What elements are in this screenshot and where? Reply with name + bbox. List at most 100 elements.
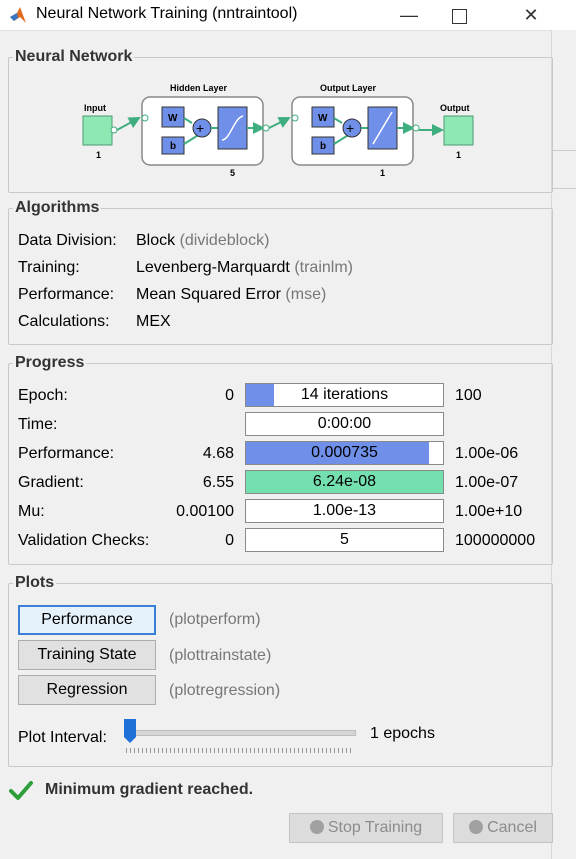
slider-tick [314, 748, 315, 753]
progress-start-value: 4.68 [202, 445, 234, 462]
output-plus-text: + [346, 120, 354, 136]
slider-tick [234, 748, 235, 753]
plot-interval-label: Plot Interval: [18, 729, 107, 746]
progress-bar: 6.24e-08 [245, 470, 444, 494]
hidden-layer-label: Hidden Layer [170, 83, 228, 93]
maximize-icon [451, 8, 467, 24]
progress-label: Mu: [18, 503, 45, 520]
slider-tick [278, 748, 279, 753]
slider-tick [214, 748, 215, 753]
slider-tick [326, 748, 327, 753]
progress-bar: 0.000735 [245, 441, 444, 465]
slider-tick [190, 748, 191, 753]
slider-tick [226, 748, 227, 753]
progress-bar-text: 0.000735 [311, 444, 378, 461]
network-diagram: Input 1 Hidden Layer 5 Output Layer 1 Ou… [82, 83, 474, 178]
hidden-plus-text: + [196, 120, 204, 136]
slider-tick [330, 748, 331, 753]
plotregression-label: (plotregression) [169, 682, 281, 699]
slider-tick [194, 748, 195, 753]
plot-interval-track[interactable] [124, 730, 356, 736]
plotperform-label: (plotperform) [169, 611, 261, 628]
input-size: 1 [96, 150, 101, 160]
progress-start-value: 0.00100 [176, 503, 234, 520]
plottrainstate-label: (plottrainstate) [169, 647, 272, 664]
slider-tick [206, 748, 207, 753]
progress-label: Epoch: [18, 387, 68, 404]
slider-tick [162, 748, 163, 753]
progress-label: Gradient: [18, 474, 84, 491]
slider-tick [254, 748, 255, 753]
cancel-button[interactable]: Cancel [453, 813, 553, 843]
training-state-plot-button[interactable]: Training State [18, 640, 156, 670]
slider-tick [294, 748, 295, 753]
output-b-text: b [320, 141, 326, 152]
progress-end-value: 100 [455, 387, 482, 404]
input-label: Input [84, 103, 106, 113]
slider-tick [202, 748, 203, 753]
status-message: Minimum gradient reached. [45, 781, 254, 798]
regression-plot-button[interactable]: Regression [18, 675, 156, 705]
output-size: 1 [456, 150, 461, 160]
slider-tick [154, 748, 155, 753]
progress-bar-text: 1.00e-13 [312, 502, 377, 519]
progress-bar: 1.00e-13 [245, 499, 444, 523]
background-window-edge [551, 30, 576, 859]
progress-bar: 0:00:00 [245, 412, 444, 436]
slider-tick [266, 748, 267, 753]
matlab-logo-icon [10, 7, 26, 23]
algo-label-performance: Performance: [18, 286, 115, 303]
slider-tick [174, 748, 175, 753]
slider-tick [298, 748, 299, 753]
slider-tick [286, 748, 287, 753]
close-icon: ✕ [523, 5, 539, 25]
progress-label: Time: [18, 416, 58, 433]
output-layer-label: Output Layer [320, 83, 377, 93]
progress-legend: Progress [13, 354, 87, 372]
plot-interval-slider-thumb[interactable] [124, 719, 136, 743]
algo-value-calculations: MEX [136, 313, 171, 330]
algo-value-training: Levenberg-Marquardt (trainlm) [136, 259, 353, 276]
output-label: Output [440, 103, 470, 113]
slider-tick [310, 748, 311, 753]
slider-tick [182, 748, 183, 753]
algo-label-training: Training: [18, 259, 80, 276]
maximize-button[interactable] [436, 0, 482, 30]
slider-tick [318, 748, 319, 753]
slider-tick [258, 748, 259, 753]
slider-tick [302, 748, 303, 753]
neural-network-legend: Neural Network [13, 48, 135, 66]
slider-tick [210, 748, 211, 753]
slider-tick [142, 748, 143, 753]
progress-end-value: 1.00e-06 [455, 445, 519, 462]
window-title: Neural Network Training (nntraintool) [36, 5, 298, 22]
plot-interval-value: 1 epochs [370, 725, 435, 742]
minimize-button[interactable]: — [386, 0, 432, 30]
hidden-w-text: W [168, 113, 178, 124]
slider-tick [346, 748, 347, 753]
slider-tick [242, 748, 243, 753]
slider-tick [350, 748, 351, 753]
slider-tick [274, 748, 275, 753]
algo-label-calculations: Calculations: [18, 313, 110, 330]
stop-training-button[interactable]: Stop Training [289, 813, 443, 843]
slider-tick [334, 748, 335, 753]
slider-tick [270, 748, 271, 753]
slider-tick [222, 748, 223, 753]
progress-start-value: 0 [225, 532, 234, 549]
performance-plot-button[interactable]: Performance [18, 605, 156, 635]
progress-bar-fill [246, 384, 274, 406]
slider-tick [138, 748, 139, 753]
progress-end-value: 1.00e+10 [455, 503, 523, 520]
output-layer-size: 1 [380, 168, 385, 178]
algorithms-legend: Algorithms [13, 199, 102, 217]
output-w-text: W [318, 113, 328, 124]
progress-bar-text: 0:00:00 [317, 415, 372, 432]
progress-bar-text: 14 iterations [300, 386, 389, 403]
close-button[interactable]: ✕ [508, 0, 554, 30]
slider-tick [178, 748, 179, 753]
slider-tick [306, 748, 307, 753]
slider-tick [146, 748, 147, 753]
progress-bar-text: 6.24e-08 [312, 473, 377, 490]
progress-end-value: 100000000 [455, 532, 536, 549]
